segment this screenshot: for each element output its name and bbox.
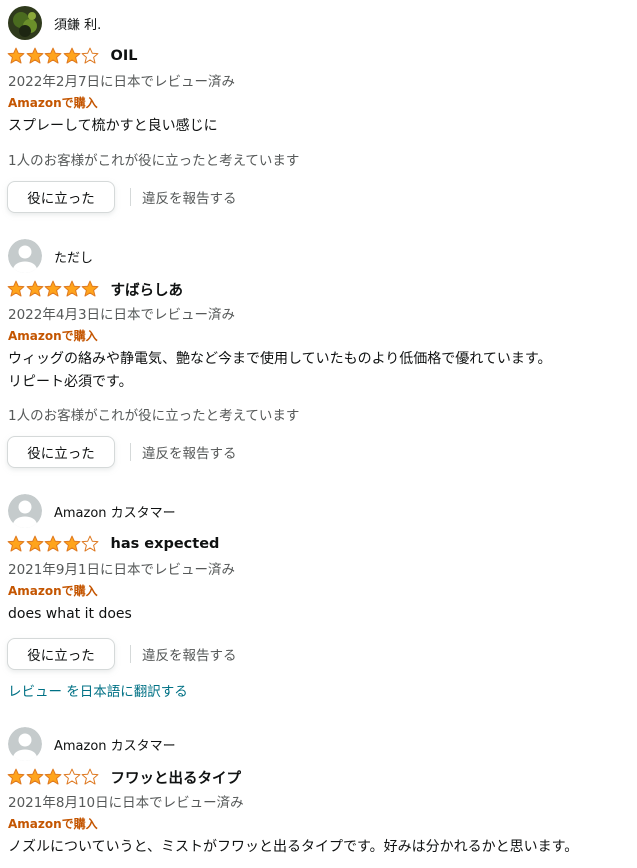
translate-review-link[interactable]: レビュー を日本語に翻訳する [8,680,188,700]
default-avatar-icon [8,727,42,761]
star-filled-icon [7,280,25,297]
divider [130,188,131,206]
divider [130,443,131,461]
reviewer-photo-avatar [8,6,42,40]
helpful-button[interactable]: 役に立った [7,638,115,670]
reviewer-name: 須鎌 利. [54,17,102,33]
review-body-line: スプレーして梳かすと良い感じに [8,118,218,134]
star-filled-icon [63,535,80,552]
star-filled-icon [44,280,62,297]
review-actions: 役に立った 違反を報告する [7,435,237,469]
review-date: 2022年4月3日に日本でレビュー済み [8,307,236,323]
star-filled-icon [7,47,25,64]
review-body-line: ウィッグの絡みや静電気、艶など今まで使用していたものより低価格で優れています。 [8,351,552,367]
star-rating[interactable] [7,47,100,65]
reviewer-profile[interactable]: Amazon カスタマー [8,727,176,761]
review-body-line: does what it does [8,606,132,622]
review-body: ノズルについていうと、ミストがフワッと出るタイプです。好みは分かれるかと思います… [8,836,578,859]
verified-purchase-badge: Amazonで購入 [8,329,98,343]
star-filled-icon [63,47,80,64]
verified-purchase-badge: Amazonで購入 [8,96,98,110]
star-empty-icon [81,47,99,64]
review-date: 2021年9月1日に日本でレビュー済み [8,562,236,578]
helpful-count: 1人のお客様がこれが役に立ったと考えています [8,153,300,169]
report-abuse-link[interactable]: 違反を報告する [142,187,237,207]
star-filled-icon [44,535,62,552]
star-empty-icon [81,535,99,552]
review-date: 2022年2月7日に日本でレビュー済み [8,74,236,90]
rating-row: フワッと出るタイプ [7,767,241,787]
reviewer-profile[interactable]: ただし [8,239,93,273]
star-filled-icon [63,280,80,297]
helpful-button[interactable]: 役に立った [7,436,115,468]
review-actions: 役に立った 違反を報告する [7,180,237,214]
star-rating[interactable] [7,280,100,298]
review-body: スプレーして梳かすと良い感じに [8,115,218,138]
review-title[interactable]: すばらしあ [111,279,184,300]
verified-purchase-badge: Amazonで購入 [8,817,98,831]
reviewer-name: Amazon カスタマー [54,505,176,521]
star-rating[interactable] [7,535,100,553]
review-body: ウィッグの絡みや静電気、艶など今まで使用していたものより低価格で優れています。 … [8,348,551,394]
divider [130,645,131,663]
reviewer-name: ただし [54,250,94,266]
review-title[interactable]: has expected [111,536,220,552]
star-filled-icon [44,47,62,64]
rating-row: OIL [7,46,137,66]
star-filled-icon [26,47,43,64]
helpful-count: 1人のお客様がこれが役に立ったと考えています [8,408,300,424]
default-avatar-icon [8,239,42,273]
rating-row: has expected [7,534,219,554]
reviewer-profile[interactable]: Amazon カスタマー [8,494,176,528]
star-rating[interactable] [7,768,100,786]
review-title[interactable]: OIL [111,48,138,64]
review-date: 2021年8月10日に日本でレビュー済み [8,795,244,811]
review-body-line: ノズルについていうと、ミストがフワッと出るタイプです。好みは分かれるかと思います… [8,839,579,855]
star-empty-icon [63,768,80,785]
star-filled-icon [81,280,99,297]
star-filled-icon [7,768,25,785]
review-body: does what it does [8,603,132,626]
review-title[interactable]: フワッと出るタイプ [111,767,242,788]
star-filled-icon [26,535,43,552]
star-filled-icon [44,768,62,785]
star-filled-icon [7,535,25,552]
report-abuse-link[interactable]: 違反を報告する [142,442,237,462]
star-filled-icon [26,280,43,297]
star-filled-icon [26,768,43,785]
review-actions: 役に立った 違反を報告する [7,637,237,671]
default-avatar-icon [8,494,42,528]
star-empty-icon [81,768,99,785]
reviewer-name: Amazon カスタマー [54,738,176,754]
review-body-line: リピート必須です。 [8,374,133,390]
verified-purchase-badge: Amazonで購入 [8,584,98,598]
helpful-button[interactable]: 役に立った [7,181,115,213]
rating-row: すばらしあ [7,279,183,299]
report-abuse-link[interactable]: 違反を報告する [142,644,237,664]
reviewer-profile[interactable]: 須鎌 利. [8,6,101,40]
